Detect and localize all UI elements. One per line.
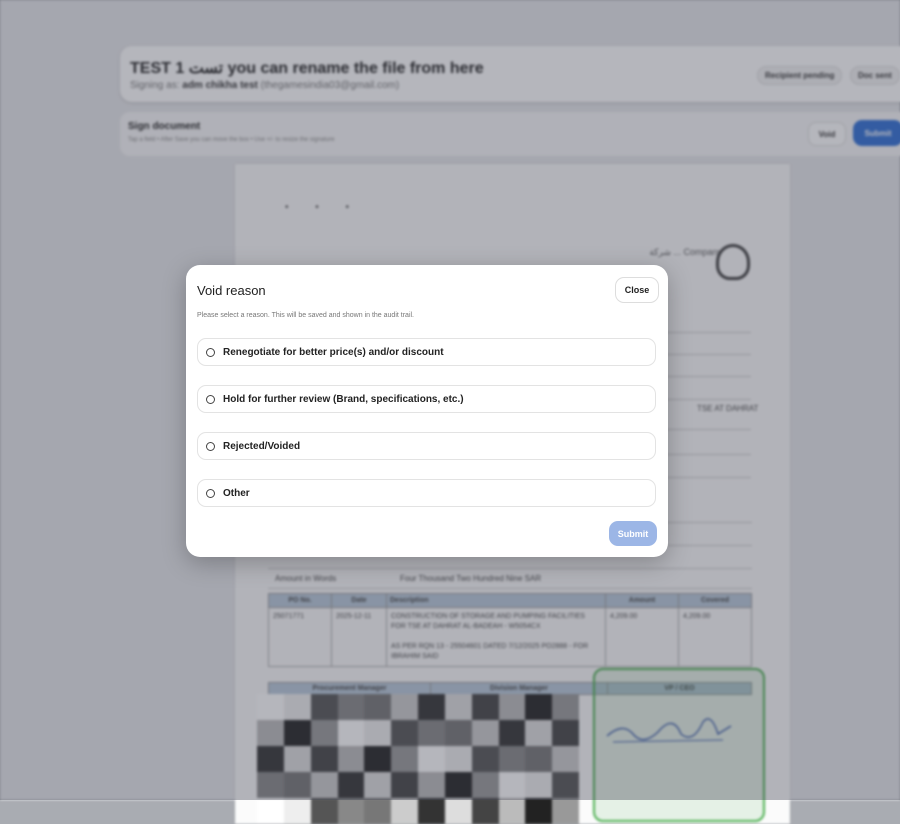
pixel-cell — [337, 798, 365, 824]
reason-option-renegotiate[interactable]: Renegotiate for better price(s) and/or d… — [197, 338, 656, 366]
reason-option-rejected[interactable]: Rejected/Voided — [197, 432, 656, 460]
pixel-cell — [391, 798, 418, 824]
pixel-cell — [552, 798, 579, 824]
dialog-title: Void reason — [197, 283, 266, 298]
dialog-description: Please select a reason. This will be sav… — [197, 312, 414, 319]
close-button[interactable]: Close — [615, 277, 659, 303]
pixel-cell — [310, 798, 338, 824]
reason-label: Hold for further review (Brand, specific… — [223, 393, 464, 405]
submit-reason-button[interactable]: Submit — [609, 521, 657, 546]
reason-label: Rejected/Voided — [223, 440, 301, 452]
pixel-cell — [444, 798, 472, 824]
pixel-cell — [257, 798, 284, 824]
reason-option-other[interactable]: Other — [197, 479, 656, 507]
radio-icon[interactable] — [206, 347, 215, 357]
reason-label: Renegotiate for better price(s) and/or d… — [223, 346, 444, 358]
pixel-cell — [283, 798, 311, 824]
pixel-cell — [525, 798, 553, 824]
radio-icon[interactable] — [206, 488, 215, 498]
radio-icon[interactable] — [206, 394, 215, 404]
reason-option-hold[interactable]: Hold for further review (Brand, specific… — [197, 385, 656, 413]
void-reason-dialog: Void reason Close Please select a reason… — [186, 265, 668, 557]
reason-label: Other — [223, 487, 250, 499]
radio-icon[interactable] — [206, 441, 215, 451]
pixel-cell — [364, 798, 392, 824]
pixel-cell — [418, 798, 445, 824]
pixel-cell — [471, 798, 499, 824]
pixel-cell — [498, 798, 526, 824]
